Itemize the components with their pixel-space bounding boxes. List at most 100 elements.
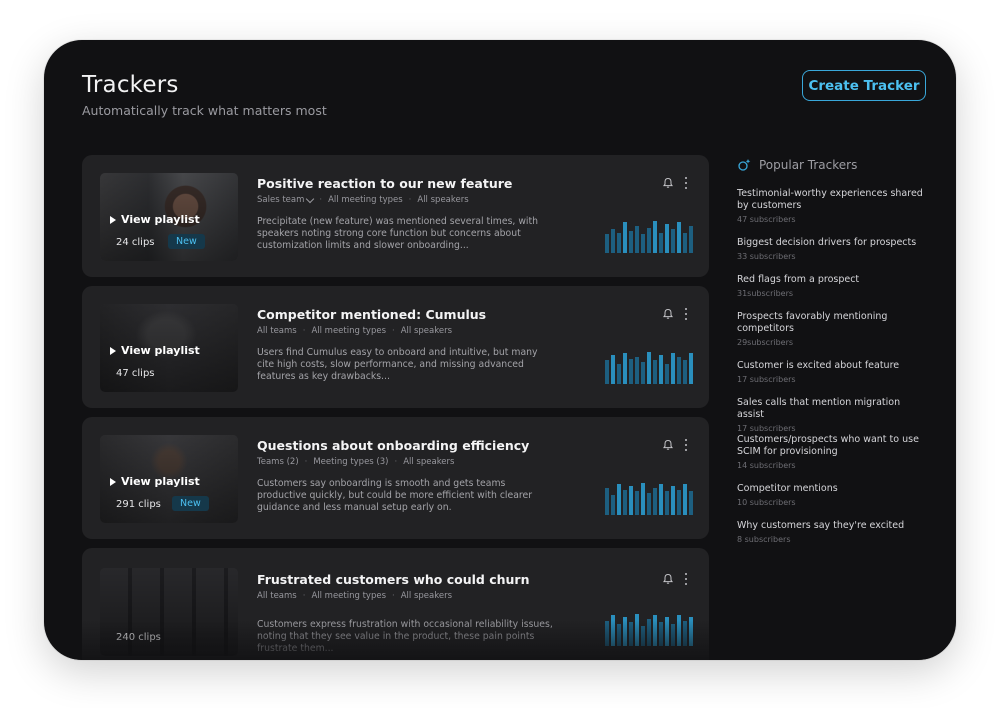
bell-icon[interactable] [662, 177, 674, 189]
activity-bar [647, 227, 651, 253]
tracker-summary: Customers express frustration with occas… [257, 619, 553, 654]
speaker-filter: All speakers [403, 457, 455, 467]
activity-bar [617, 484, 621, 515]
activity-bar [641, 482, 645, 515]
activity-bar [623, 617, 627, 646]
activity-bar [653, 615, 657, 646]
popular-tracker-name: Red flags from a prospect [737, 274, 860, 285]
tracker-filters: Teams (2) · Meeting types (3) · All spea… [257, 457, 455, 467]
bell-icon[interactable] [662, 573, 674, 585]
view-playlist-button[interactable]: View playlist [110, 475, 200, 488]
activity-bar [611, 615, 615, 646]
popular-tracker-item[interactable]: Customers/prospects who want to use SCIM… [737, 434, 927, 470]
activity-bar [605, 620, 609, 646]
tracker-summary: Users find Cumulus easy to onboard and i… [257, 347, 538, 382]
popular-tracker-name: Competitor mentions [737, 483, 838, 494]
create-tracker-button[interactable]: Create Tracker [802, 70, 926, 101]
tracker-title[interactable]: Frustrated customers who could churn [257, 572, 529, 587]
subscriber-count: 17 subscribers [737, 375, 796, 384]
tracker-title[interactable]: Competitor mentioned: Cumulus [257, 307, 486, 322]
activity-bar [635, 225, 639, 253]
activity-bar [611, 229, 615, 253]
activity-bar [671, 229, 675, 253]
tracker-card[interactable]: View playlist 291 clips New Questions ab… [82, 417, 709, 539]
activity-chart [605, 481, 693, 515]
speaker-filter: All speakers [417, 195, 469, 205]
popular-tracker-item[interactable]: Biggest decision drivers for prospects 3… [737, 237, 927, 261]
view-playlist-button[interactable]: View playlist [110, 213, 200, 226]
tracker-filters: All teams · All meeting types · All spea… [257, 326, 452, 336]
page-title: Trackers [82, 72, 179, 98]
activity-bar [671, 623, 675, 646]
tracker-card[interactable]: View playlist 47 clips Competitor mentio… [82, 286, 709, 408]
activity-bar [683, 360, 687, 384]
popular-trackers-heading: Popular Trackers [737, 158, 857, 172]
popular-tracker-name: Why customers say they're excited [737, 520, 905, 531]
tracker-card[interactable]: View playlist 24 clips New Positive reac… [82, 155, 709, 277]
popular-tracker-item[interactable]: Prospects favorably mentioning competito… [737, 311, 927, 347]
popular-tracker-name: Customers/prospects who want to use SCIM… [737, 434, 919, 457]
playlist-thumbnail[interactable]: 240 clips [100, 568, 238, 656]
playlist-thumbnail[interactable]: View playlist 47 clips [100, 304, 238, 392]
activity-bar [623, 353, 627, 384]
tracker-summary: Precipitate (new feature) was mentioned … [257, 216, 539, 251]
playlist-thumbnail[interactable]: View playlist 24 clips New [100, 173, 238, 261]
play-icon [110, 477, 116, 486]
more-options-icon[interactable] [682, 308, 690, 320]
subscriber-count: 47 subscribers [737, 215, 796, 224]
sparkle-search-icon [738, 159, 751, 171]
activity-bar [605, 360, 609, 384]
popular-tracker-name: Biggest decision drivers for prospects [737, 237, 917, 248]
tracker-title[interactable]: Positive reaction to our new feature [257, 176, 512, 191]
activity-bar [659, 622, 663, 646]
popular-tracker-item[interactable]: Why customers say they're excited 8 subs… [737, 520, 927, 544]
bell-icon[interactable] [662, 439, 674, 451]
clip-count: 240 clips [116, 632, 161, 643]
activity-bar [683, 484, 687, 515]
playlist-thumbnail[interactable]: View playlist 291 clips New [100, 435, 238, 523]
tracker-card[interactable]: 240 clips Frustrated customers who could… [82, 548, 709, 660]
view-playlist-button[interactable]: View playlist [110, 344, 200, 357]
play-icon [110, 215, 116, 224]
activity-bar [683, 620, 687, 646]
popular-tracker-name: Prospects favorably mentioning competito… [737, 311, 888, 334]
team-filter: All teams [257, 326, 297, 336]
more-options-icon[interactable] [682, 573, 690, 585]
activity-bar [677, 222, 681, 253]
activity-bar [647, 351, 651, 384]
activity-bar [629, 358, 633, 384]
activity-bar [629, 622, 633, 646]
popular-tracker-item[interactable]: Customer is excited about feature 17 sub… [737, 360, 927, 384]
tracker-filters: All teams · All meeting types · All spea… [257, 591, 452, 601]
activity-bar [659, 355, 663, 384]
tracker-title[interactable]: Questions about onboarding efficiency [257, 438, 529, 453]
team-filter[interactable]: Sales team [257, 194, 315, 205]
activity-bar [641, 234, 645, 253]
activity-bar [677, 356, 681, 384]
activity-chart [605, 612, 693, 646]
activity-bar [653, 360, 657, 384]
activity-chart [605, 350, 693, 384]
subscriber-count: 17 subscribers [737, 424, 796, 433]
popular-tracker-item[interactable]: Competitor mentions 10 subscribers [737, 483, 927, 507]
activity-bar [659, 232, 663, 253]
meeting-type-filter: Meeting types (3) [313, 457, 389, 467]
new-badge: New [168, 234, 205, 249]
activity-bar [641, 625, 645, 646]
popular-tracker-name: Sales calls that mention migration assis… [737, 397, 901, 420]
activity-bar [653, 220, 657, 253]
popular-trackers-title: Popular Trackers [759, 158, 858, 172]
popular-tracker-item[interactable]: Sales calls that mention migration assis… [737, 397, 927, 433]
activity-bar [659, 484, 663, 515]
bell-icon[interactable] [662, 308, 674, 320]
activity-bar [665, 491, 669, 515]
popular-tracker-name: Testimonial-worthy experiences shared by… [737, 188, 923, 211]
popular-tracker-item[interactable]: Red flags from a prospect 31subscribers [737, 274, 927, 298]
activity-bar [623, 489, 627, 515]
popular-tracker-name: Customer is excited about feature [737, 360, 900, 371]
activity-bar [689, 353, 693, 384]
more-options-icon[interactable] [682, 439, 690, 451]
popular-tracker-item[interactable]: Testimonial-worthy experiences shared by… [737, 188, 927, 224]
more-options-icon[interactable] [682, 177, 690, 189]
subscriber-count: 10 subscribers [737, 498, 796, 507]
